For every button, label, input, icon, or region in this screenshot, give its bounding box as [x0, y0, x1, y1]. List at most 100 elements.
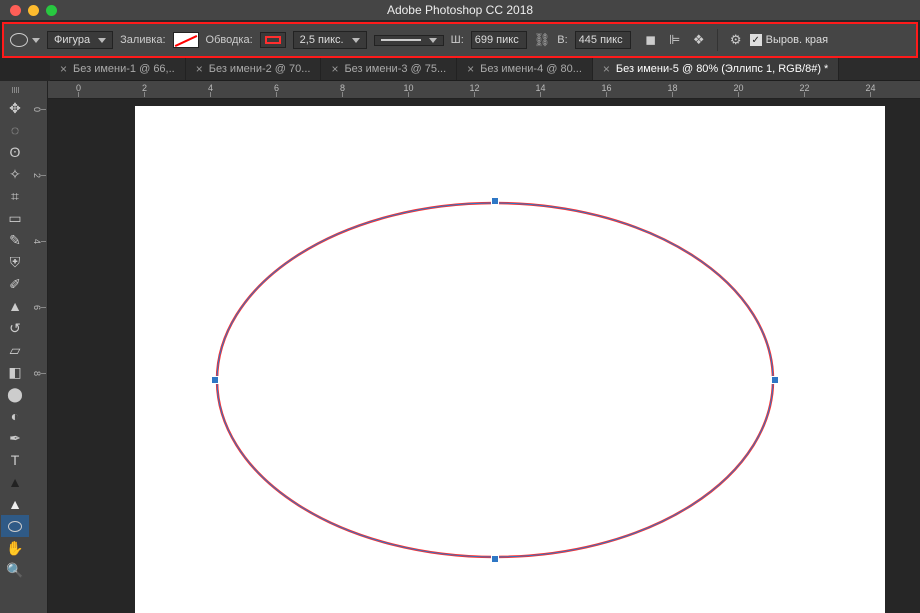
fill-swatch[interactable]	[173, 32, 199, 48]
checkbox-checked-icon: ✓	[750, 34, 762, 46]
ellipse-shape[interactable]	[215, 201, 775, 559]
ruler-horizontal[interactable]: 024681012141618202224	[48, 81, 920, 99]
dodge-tool[interactable]: ◐	[1, 405, 29, 427]
tab-label: Без имени-4 @ 80...	[480, 63, 582, 75]
width-label: Ш:	[451, 34, 464, 46]
healing-tool[interactable]: ⛨	[1, 251, 29, 273]
tool-options-bar: Фигура Заливка: Обводка: 2,5 пикс. Ш: ⛓ …	[2, 22, 918, 58]
pen-tool[interactable]: ✒	[1, 427, 29, 449]
ruler-tick: 16	[606, 81, 607, 97]
width-input[interactable]	[471, 31, 527, 49]
document-tab[interactable]: × Без имени-4 @ 80...	[457, 58, 593, 80]
crop-tool[interactable]: ⌗	[1, 185, 29, 207]
close-tab-icon[interactable]: ×	[603, 62, 610, 76]
close-tab-icon[interactable]: ×	[196, 62, 203, 76]
eraser-tool[interactable]: ▱	[1, 339, 29, 361]
ruler-tick: 14	[540, 81, 541, 97]
type-tool[interactable]: T	[1, 449, 29, 471]
tab-label: Без имени-5 @ 80% (Эллипс 1, RGB/8#) *	[616, 63, 828, 75]
direct-select-tool[interactable]: ▲	[1, 493, 29, 515]
handle-bottom[interactable]	[491, 555, 499, 563]
tab-label: Без имени-3 @ 75...	[344, 63, 446, 75]
path-op-combine-icon[interactable]: ◼	[644, 33, 658, 47]
brush-tool[interactable]: ✐	[1, 273, 29, 295]
ruler-tick: 4	[210, 81, 211, 97]
path-select-tool[interactable]: ▲	[1, 471, 29, 493]
handle-right[interactable]	[771, 376, 779, 384]
handle-left[interactable]	[211, 376, 219, 384]
document-tabs: × Без имени-1 @ 66,.. × Без имени-2 @ 70...…	[50, 58, 920, 81]
ellipse-tool[interactable]	[1, 515, 29, 537]
fill-label: Заливка:	[120, 34, 165, 46]
ruler-tick: 4	[30, 241, 46, 242]
tab-label: Без имени-2 @ 70...	[209, 63, 311, 75]
app-title: Adobe Photoshop CC 2018	[0, 3, 920, 17]
workspace: ✥ ◌ ʘ ✧ ⌗ ▭ ✎ ⛨ ✐ ▲ ↺ ▱ ◧ ⬤ ◐ ✒ T ▲ ▲ ✋ …	[0, 81, 920, 613]
document-tab[interactable]: × Без имени-5 @ 80% (Эллипс 1, RGB/8#) *	[593, 58, 839, 80]
ruler-tick: 20	[738, 81, 739, 97]
document-canvas[interactable]	[135, 106, 885, 613]
magic-wand-tool[interactable]: ✧	[1, 163, 29, 185]
eyedropper-tool[interactable]: ✎	[1, 229, 29, 251]
link-icon[interactable]: ⛓	[534, 32, 551, 48]
path-align-icon[interactable]: ⊫	[668, 33, 682, 47]
zoom-tool[interactable]: 🔍	[1, 559, 29, 581]
title-bar: Adobe Photoshop CC 2018	[0, 0, 920, 20]
chevron-down-icon	[32, 38, 40, 43]
ruler-tick: 0	[30, 109, 46, 110]
handle-top[interactable]	[491, 197, 499, 205]
shape-mode-dropdown[interactable]: Фигура	[47, 31, 113, 49]
document-tab[interactable]: × Без имени-3 @ 75...	[321, 58, 457, 80]
hand-tool[interactable]: ✋	[1, 537, 29, 559]
ruler-tick: 18	[672, 81, 673, 97]
ruler-tick: 6	[276, 81, 277, 97]
history-brush-tool[interactable]: ↺	[1, 317, 29, 339]
stroke-swatch[interactable]	[260, 32, 286, 48]
close-tab-icon[interactable]: ×	[467, 62, 474, 76]
marquee-tool[interactable]: ◌	[1, 119, 29, 141]
align-edges-label: Выров. края	[766, 34, 828, 46]
ruler-vertical[interactable]: 0 2 4 6 8	[30, 81, 48, 613]
path-ops-group: ◼ ⊫ ❖	[644, 33, 706, 47]
ruler-tick: 0	[78, 81, 79, 97]
height-input[interactable]	[575, 31, 631, 49]
chevron-down-icon	[352, 38, 360, 43]
active-shape-indicator[interactable]	[10, 33, 40, 47]
toolbox-grip[interactable]	[5, 87, 25, 93]
line-icon	[381, 39, 421, 41]
chevron-down-icon	[429, 38, 437, 43]
ruler-tick: 12	[474, 81, 475, 97]
stroke-label: Обводка:	[206, 34, 253, 46]
ruler-tick: 24	[870, 81, 871, 97]
move-tool[interactable]: ✥	[1, 97, 29, 119]
lasso-tool[interactable]: ʘ	[1, 141, 29, 163]
ruler-tick: 8	[342, 81, 343, 97]
stroke-style-dropdown[interactable]	[374, 35, 444, 46]
blur-tool[interactable]: ⬤	[1, 383, 29, 405]
frame-tool[interactable]: ▭	[1, 207, 29, 229]
canvas-stage: 024681012141618202224 02468	[30, 81, 920, 613]
close-tab-icon[interactable]: ×	[331, 62, 338, 76]
path-arrange-icon[interactable]: ❖	[692, 33, 706, 47]
ruler-tick: 2	[30, 175, 46, 176]
stroke-width-dropdown[interactable]: 2,5 пикс.	[293, 31, 367, 49]
ruler-tick: 6	[30, 307, 46, 308]
toolbox: ✥ ◌ ʘ ✧ ⌗ ▭ ✎ ⛨ ✐ ▲ ↺ ▱ ◧ ⬤ ◐ ✒ T ▲ ▲ ✋ …	[0, 81, 30, 613]
gradient-tool[interactable]: ◧	[1, 361, 29, 383]
ruler-tick: 2	[144, 81, 145, 97]
ruler-tick: 22	[804, 81, 805, 97]
ruler-tick: 8	[30, 373, 46, 374]
document-tab[interactable]: × Без имени-1 @ 66,..	[50, 58, 186, 80]
gear-icon[interactable]: ⚙	[729, 33, 743, 47]
height-label: В:	[557, 34, 567, 46]
ellipse-icon	[10, 33, 28, 47]
close-tab-icon[interactable]: ×	[60, 62, 67, 76]
clone-stamp-tool[interactable]: ▲	[1, 295, 29, 317]
chevron-down-icon	[98, 38, 106, 43]
tab-label: Без имени-1 @ 66,..	[73, 63, 175, 75]
document-tab[interactable]: × Без имени-2 @ 70...	[186, 58, 322, 80]
divider	[717, 29, 718, 51]
align-edges-checkbox[interactable]: ✓ Выров. края	[750, 34, 828, 46]
shape-mode-label: Фигура	[54, 34, 90, 46]
ruler-tick: 10	[408, 81, 409, 97]
